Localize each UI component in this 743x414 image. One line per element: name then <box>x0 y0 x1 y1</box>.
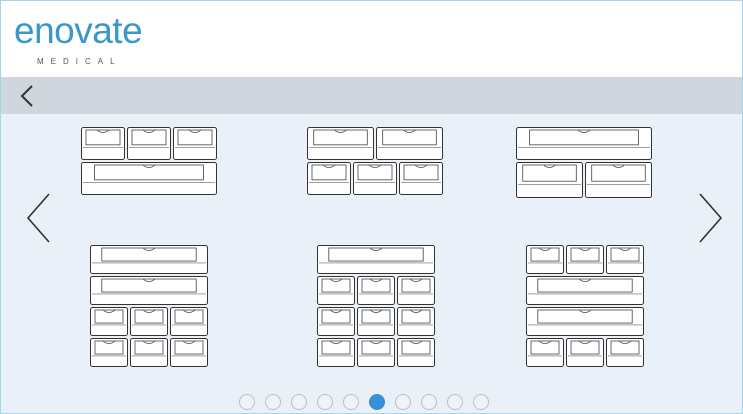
pagination-dot[interactable] <box>265 394 281 410</box>
pagination-dot[interactable] <box>473 394 489 410</box>
chevron-left-icon <box>26 193 50 243</box>
drawer <box>317 276 355 305</box>
drawer <box>317 307 355 336</box>
cabinet-icon <box>307 127 443 195</box>
cabinet-configuration-3[interactable] <box>516 127 652 203</box>
drawer <box>357 307 395 336</box>
header: enovate MEDICAL <box>1 1 742 77</box>
drawer <box>566 338 604 367</box>
pagination-dot[interactable] <box>291 394 307 410</box>
drawer <box>307 127 374 160</box>
drawer <box>399 162 443 195</box>
drawer <box>90 338 128 367</box>
drawer <box>606 338 644 367</box>
cabinet-configuration-6[interactable] <box>526 245 644 372</box>
drawer <box>170 307 208 336</box>
previous-page-button[interactable] <box>23 192 55 244</box>
drawer <box>353 162 397 195</box>
pagination-dot[interactable] <box>395 394 411 410</box>
cabinet-configuration-1[interactable] <box>81 127 217 200</box>
drawer <box>90 245 208 274</box>
drawer <box>516 127 652 160</box>
drawer <box>170 338 208 367</box>
drawer <box>606 245 644 274</box>
drawer <box>317 338 355 367</box>
drawer <box>397 276 435 305</box>
drawer <box>516 162 583 198</box>
drawer <box>90 307 128 336</box>
drawer <box>526 307 644 336</box>
next-page-button[interactable] <box>694 192 726 244</box>
chevron-left-icon <box>20 85 33 107</box>
drawer <box>526 276 644 305</box>
cabinet-configuration-2[interactable] <box>307 127 443 200</box>
cabinet-icon <box>526 245 644 367</box>
pagination-dot-active[interactable] <box>369 394 385 410</box>
drawer <box>357 276 395 305</box>
back-button[interactable] <box>17 84 39 108</box>
brand-logo: enovate <box>14 10 143 51</box>
drawer <box>397 307 435 336</box>
chevron-right-icon <box>699 193 723 243</box>
pagination-dot[interactable] <box>343 394 359 410</box>
drawer <box>397 338 435 367</box>
cabinet-configuration-4[interactable] <box>90 245 208 372</box>
navigation-bar <box>1 77 742 114</box>
cabinet-icon <box>81 127 217 195</box>
cabinet-icon <box>90 245 208 367</box>
brand-tagline: MEDICAL <box>37 57 122 66</box>
drawer <box>130 338 168 367</box>
drawer <box>585 162 652 198</box>
drawer <box>90 276 208 305</box>
drawer <box>81 162 217 195</box>
drawer <box>376 127 443 160</box>
drawer <box>526 245 564 274</box>
pagination-dot[interactable] <box>447 394 463 410</box>
drawer <box>307 162 351 195</box>
drawer <box>173 127 217 160</box>
drawer <box>130 307 168 336</box>
cabinet-configuration-5[interactable] <box>317 245 435 372</box>
app-frame: enovate MEDICAL <box>0 0 743 414</box>
cabinet-icon <box>317 245 435 367</box>
drawer <box>81 127 125 160</box>
pagination-dot[interactable] <box>317 394 333 410</box>
pagination-dot[interactable] <box>239 394 255 410</box>
pagination-dot[interactable] <box>421 394 437 410</box>
cabinet-icon <box>516 127 652 198</box>
drawer <box>526 338 564 367</box>
drawer <box>566 245 604 274</box>
pagination-dots <box>239 394 509 413</box>
drawer <box>317 245 435 274</box>
drawer <box>357 338 395 367</box>
drawer <box>127 127 171 160</box>
